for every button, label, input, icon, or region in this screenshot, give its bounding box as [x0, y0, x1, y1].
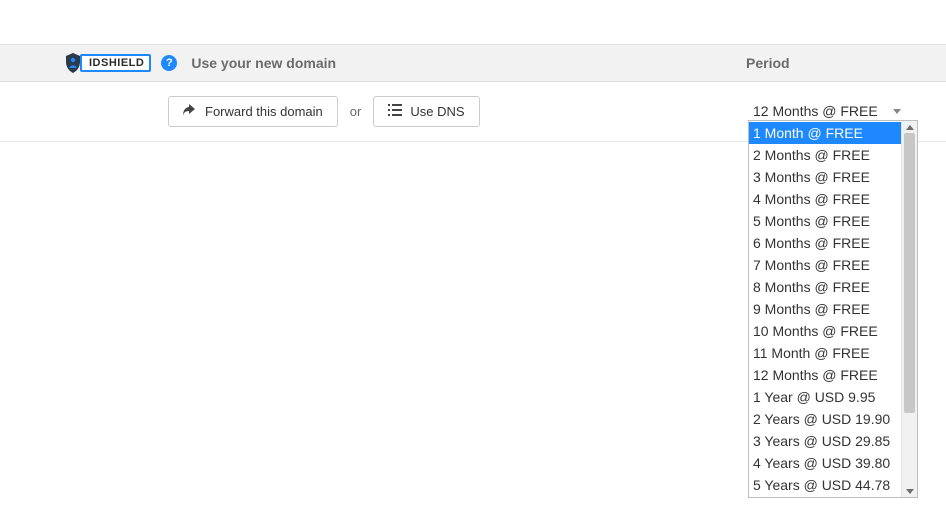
help-icon[interactable]: ? — [161, 55, 177, 71]
table-header-row: IDSHIELD ? Use your new domain Period — [0, 44, 946, 82]
period-dropdown-list[interactable]: 1 Month @ FREE2 Months @ FREE3 Months @ … — [749, 121, 901, 497]
idshield-icon — [64, 53, 82, 73]
forward-domain-button[interactable]: Forward this domain — [168, 96, 338, 127]
idshield-label: IDSHIELD — [80, 54, 151, 72]
period-option[interactable]: 2 Months @ FREE — [749, 144, 901, 166]
period-option[interactable]: 9 Months @ FREE — [749, 298, 901, 320]
scroll-up-icon[interactable] — [902, 121, 917, 133]
or-separator: or — [350, 104, 362, 119]
period-option[interactable]: 5 Years @ USD 44.78 — [749, 474, 901, 496]
list-icon — [388, 104, 402, 119]
period-selected-value: 12 Months @ FREE — [753, 103, 878, 119]
column-header-use-domain: Use your new domain — [191, 55, 746, 71]
period-dropdown[interactable]: 1 Month @ FREE2 Months @ FREE3 Months @ … — [748, 120, 918, 498]
forward-domain-label: Forward this domain — [205, 104, 323, 119]
dropdown-scrollbar[interactable] — [901, 121, 917, 497]
scroll-thumb[interactable] — [904, 133, 915, 413]
period-option[interactable]: 11 Month @ FREE — [749, 342, 901, 364]
period-option[interactable]: 6 Months @ FREE — [749, 232, 901, 254]
column-header-period: Period — [746, 55, 946, 71]
use-dns-label: Use DNS — [410, 104, 464, 119]
period-option[interactable]: 3 Months @ FREE — [749, 166, 901, 188]
period-option[interactable]: 8 Months @ FREE — [749, 276, 901, 298]
period-option[interactable]: 10 Months @ FREE — [749, 320, 901, 342]
period-option[interactable]: 6 Years @ USD 53.73 — [749, 496, 901, 497]
period-option[interactable]: 1 Month @ FREE — [749, 122, 901, 144]
idshield-badge: IDSHIELD — [64, 53, 151, 73]
period-option[interactable]: 3 Years @ USD 29.85 — [749, 430, 901, 452]
period-option[interactable]: 2 Years @ USD 19.90 — [749, 408, 901, 430]
period-option[interactable]: 4 Years @ USD 39.80 — [749, 452, 901, 474]
period-option[interactable]: 1 Year @ USD 9.95 — [749, 386, 901, 408]
chevron-down-icon — [893, 109, 901, 114]
period-option[interactable]: 7 Months @ FREE — [749, 254, 901, 276]
period-option[interactable]: 4 Months @ FREE — [749, 188, 901, 210]
forward-icon — [183, 104, 197, 119]
use-dns-button[interactable]: Use DNS — [373, 96, 479, 127]
scroll-down-icon[interactable] — [902, 485, 917, 497]
period-option[interactable]: 5 Months @ FREE — [749, 210, 901, 232]
period-option[interactable]: 12 Months @ FREE — [749, 364, 901, 386]
